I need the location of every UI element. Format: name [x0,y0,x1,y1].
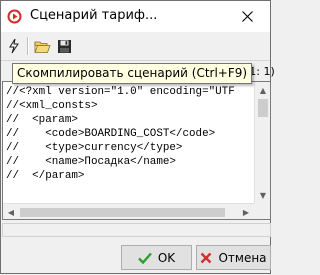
code-line: //<xml_consts> [6,100,98,112]
scroll-right-icon[interactable]: ▶ [238,204,254,219]
script-editor[interactable]: //<?xml version="1.0" encoding="UTF //<xm… [2,81,271,220]
cancel-label: Отмена [218,250,267,265]
status-bar [2,223,271,237]
window-title: Сценарий тариф... [30,8,158,23]
close-icon [241,11,253,22]
code-line: // <type>currency</type> [6,142,183,154]
code-line: //<?xml version="1.0" encoding="UTF [6,86,235,98]
app-icon [7,9,22,24]
vertical-scroll-thumb[interactable] [258,99,268,117]
folder-open-icon [33,41,51,53]
compile-button[interactable] [4,36,24,56]
code-line: // <name>Посадка</name> [6,156,176,168]
code-line: // </param> [6,170,85,182]
horizontal-scrollbar[interactable]: ◀ ▶ [3,203,254,219]
compile-tooltip: Скомпилировать сценарий (Ctrl+F9) [12,63,253,84]
ok-button[interactable]: OK [121,245,192,270]
cancel-x-icon [201,252,212,263]
scroll-up-icon[interactable]: ▲ [255,82,270,98]
code-line: // <param> [6,114,78,126]
open-button[interactable] [32,36,52,56]
code-area[interactable]: //<?xml version="1.0" encoding="UTF //<xm… [6,85,254,203]
horizontal-scroll-thumb[interactable] [20,208,225,217]
cancel-button[interactable]: Отмена [196,245,271,270]
code-line: // <code>BOARDING_COST</code> [6,128,216,140]
scrollbar-corner [254,203,270,219]
toolbar-separator [27,37,29,55]
toolbar [1,32,270,61]
title-bar[interactable]: Сценарий тариф... [1,1,270,32]
ok-label: OK [157,250,176,265]
checkmark-icon [137,252,152,264]
floppy-disk-icon [57,39,71,53]
lightning-icon [9,38,19,54]
close-button[interactable] [224,1,270,32]
save-button[interactable] [54,36,74,56]
vertical-scrollbar[interactable]: ▲ ▼ [254,82,270,203]
script-dialog: Сценарий тариф... Скомпилировать сценари… [0,0,275,274]
scroll-down-icon[interactable]: ▼ [255,187,270,203]
scroll-left-icon[interactable]: ◀ [3,204,19,219]
